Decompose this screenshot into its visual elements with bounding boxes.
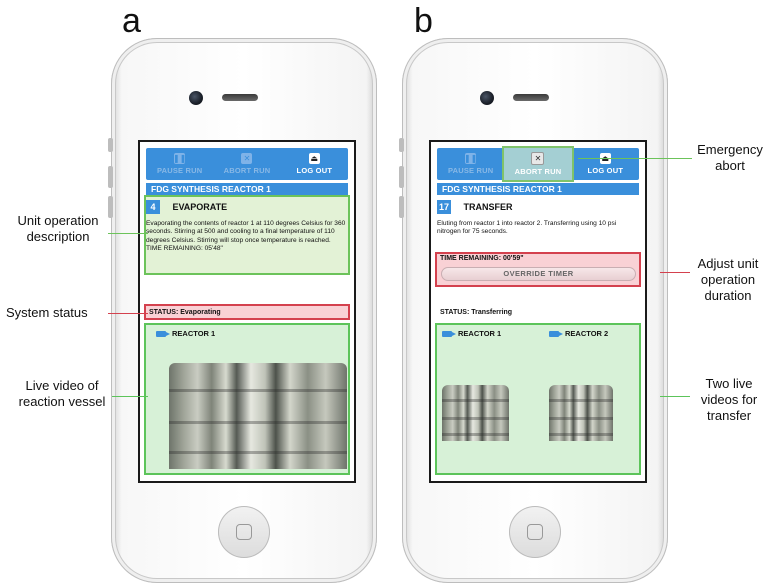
close-icon: ✕ bbox=[241, 153, 253, 164]
log-out-button[interactable]: ⏏ LOG OUT bbox=[281, 148, 348, 180]
pause-run-label: PAUSE RUN bbox=[156, 166, 203, 175]
video-camera-icon bbox=[156, 331, 170, 338]
front-camera bbox=[480, 91, 494, 105]
reactor-2-video[interactable] bbox=[549, 385, 613, 441]
volume-up-button bbox=[399, 166, 404, 188]
speaker-grille bbox=[222, 94, 258, 101]
reactor-1-video[interactable] bbox=[169, 363, 347, 469]
log-out-label: LOG OUT bbox=[296, 166, 333, 175]
operation-number: 4 bbox=[146, 199, 160, 214]
video-label-reactor-2: REACTOR 2 bbox=[549, 329, 608, 338]
pause-icon: ❚❚ bbox=[463, 153, 478, 164]
screen-a: ❚❚ PAUSE RUN ✕ ABORT RUN ⏏ LOG OUT FDG S… bbox=[138, 140, 356, 483]
close-icon: ✕ bbox=[531, 152, 545, 165]
operation-number: 17 bbox=[437, 199, 451, 214]
front-camera bbox=[189, 91, 203, 105]
screen-b: ❚❚ PAUSE RUN ✕ ABORT RUN ⏏ LOG OUT FDG S… bbox=[429, 140, 647, 483]
log-out-label: LOG OUT bbox=[587, 166, 624, 175]
video-area: REACTOR 1 REACTOR 2 bbox=[437, 325, 639, 473]
operation-name: EVAPORATE bbox=[172, 201, 228, 212]
leader-line-status bbox=[108, 313, 148, 314]
home-square-icon bbox=[527, 524, 543, 540]
eject-icon: ⏏ bbox=[308, 153, 320, 164]
leader-line-abort bbox=[578, 158, 692, 159]
annotation-two-videos: Two live videos for transfer bbox=[700, 376, 758, 423]
panel-label-a: a bbox=[122, 2, 141, 40]
panel-label-b: b bbox=[414, 2, 433, 40]
reactor-title: FDG SYNTHESIS REACTOR 1 bbox=[437, 183, 639, 195]
leader-line-two-videos bbox=[660, 396, 690, 397]
video-area: REACTOR 1 bbox=[146, 325, 348, 473]
operation-description-text: Evaporating the contents of reactor 1 at… bbox=[146, 220, 346, 244]
annotation-emergency-abort: Emergency abort bbox=[697, 142, 763, 173]
toolbar: ❚❚ PAUSE RUN ✕ ABORT RUN ⏏ LOG OUT bbox=[437, 146, 639, 182]
volume-down-button bbox=[399, 196, 404, 218]
home-button[interactable] bbox=[218, 506, 270, 558]
home-button[interactable] bbox=[509, 506, 561, 558]
unit-operation: 4 EVAPORATE Evaporating the contents of … bbox=[146, 198, 348, 254]
speaker-grille bbox=[513, 94, 549, 101]
home-square-icon bbox=[236, 524, 252, 540]
toolbar: ❚❚ PAUSE RUN ✕ ABORT RUN ⏏ LOG OUT bbox=[146, 148, 348, 180]
video-label-text: REACTOR 2 bbox=[565, 329, 609, 338]
video-label-reactor-1: REACTOR 1 bbox=[442, 329, 501, 338]
log-out-button[interactable]: ⏏ LOG OUT bbox=[572, 148, 639, 180]
override-timer-button[interactable]: OVERRIDE TIMER bbox=[441, 267, 636, 281]
operation-name: TRANSFER bbox=[463, 201, 513, 212]
leader-line-unit-op bbox=[108, 233, 148, 234]
time-remaining: TIME REMAINING: 05'48" bbox=[146, 245, 223, 253]
video-label-reactor-1: REACTOR 1 bbox=[156, 329, 215, 338]
time-remaining: TIME REMAINING: 00'59" bbox=[440, 255, 524, 262]
pause-run-button[interactable]: ❚❚ PAUSE RUN bbox=[437, 148, 504, 180]
abort-run-button[interactable]: ✕ ABORT RUN bbox=[213, 148, 280, 180]
operation-description: Evaporating the contents of reactor 1 at… bbox=[146, 220, 348, 254]
volume-up-button bbox=[108, 166, 113, 188]
annotation-live-video: Live video of reaction vessel bbox=[18, 378, 106, 409]
abort-run-label: ABORT RUN bbox=[223, 166, 271, 175]
abort-run-label: ABORT RUN bbox=[514, 167, 562, 176]
video-label-text: REACTOR 1 bbox=[458, 329, 502, 338]
abort-run-button[interactable]: ✕ ABORT RUN bbox=[502, 146, 574, 182]
status-text: STATUS: Evaporating bbox=[149, 309, 221, 316]
mute-switch bbox=[108, 138, 113, 152]
timer-highlight: TIME REMAINING: 00'59" OVERRIDE TIMER bbox=[435, 252, 641, 287]
video-camera-icon bbox=[442, 331, 456, 338]
status-text: STATUS: Transferring bbox=[440, 309, 513, 316]
leader-line-duration bbox=[660, 272, 690, 273]
annotation-unit-op: Unit operation description bbox=[17, 213, 99, 244]
annotation-adjust-duration: Adjust unit operation duration bbox=[697, 256, 759, 303]
video-label-text: REACTOR 1 bbox=[172, 329, 216, 338]
mute-switch bbox=[399, 138, 404, 152]
unit-operation: 17 TRANSFER Eluting from reactor 1 into … bbox=[437, 198, 639, 237]
pause-run-label: PAUSE RUN bbox=[447, 166, 494, 175]
annotation-system-status: System status bbox=[6, 305, 88, 320]
pause-run-button[interactable]: ❚❚ PAUSE RUN bbox=[146, 148, 213, 180]
video-camera-icon bbox=[549, 331, 563, 338]
pause-icon: ❚❚ bbox=[172, 153, 187, 164]
reactor-title: FDG SYNTHESIS REACTOR 1 bbox=[146, 183, 348, 195]
phone-b: ❚❚ PAUSE RUN ✕ ABORT RUN ⏏ LOG OUT FDG S… bbox=[399, 38, 668, 583]
operation-description: Eluting from reactor 1 into reactor 2. T… bbox=[437, 220, 617, 236]
reactor-1-video[interactable] bbox=[442, 385, 509, 441]
phone-a: ❚❚ PAUSE RUN ✕ ABORT RUN ⏏ LOG OUT FDG S… bbox=[108, 38, 377, 583]
leader-line-live-video bbox=[112, 396, 148, 397]
